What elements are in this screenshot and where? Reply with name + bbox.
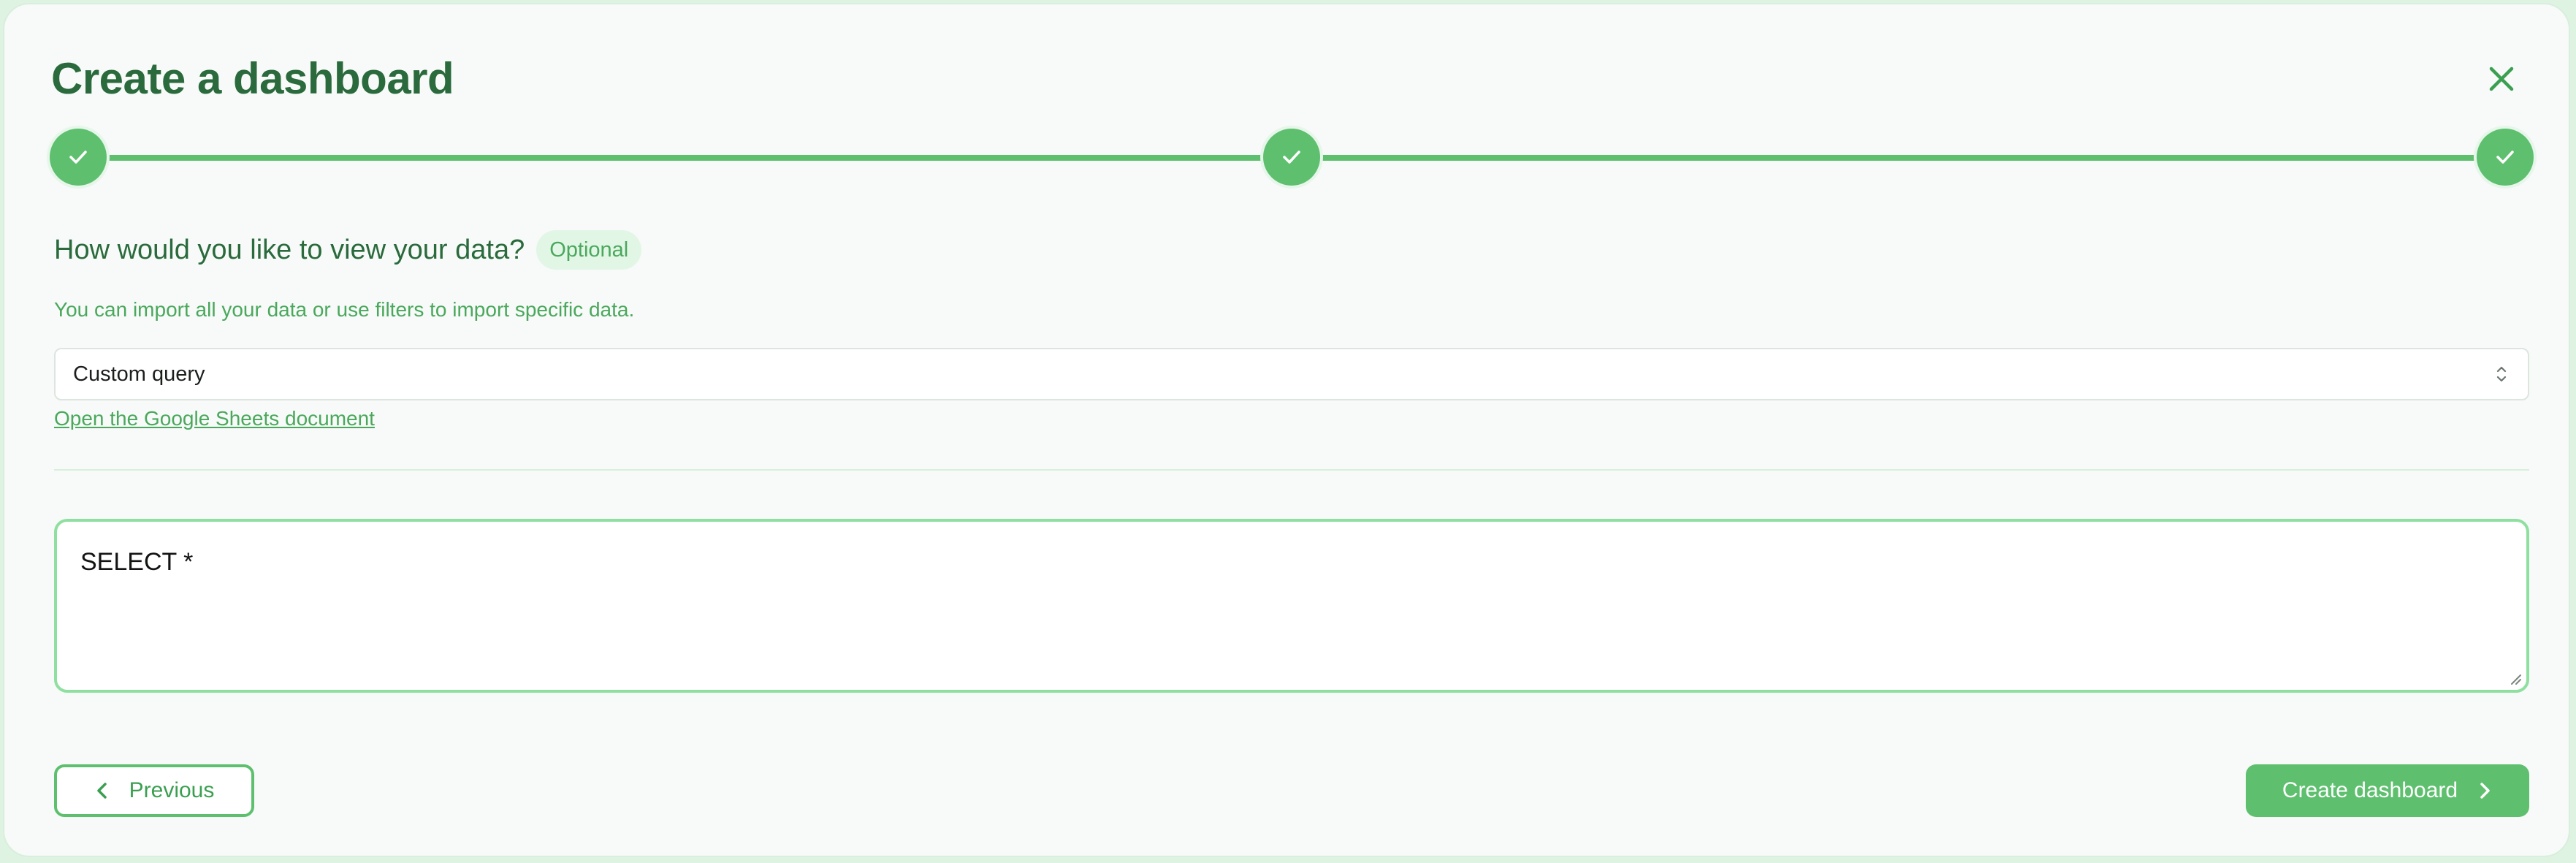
optional-badge: Optional [536,230,642,270]
modal-title: Create a dashboard [51,54,454,103]
resize-handle-icon[interactable] [2506,669,2522,685]
query-text: SELECT * [80,548,194,576]
query-editor[interactable]: SELECT * [54,519,2529,693]
view-data-question: How would you like to view your data? Op… [54,229,642,270]
create-dashboard-modal: Create a dashboard How would you like to… [3,3,2570,857]
open-google-sheets-link[interactable]: Open the Google Sheets document [54,403,375,434]
chevron-left-icon [96,783,107,799]
step-2-complete [1263,129,1320,186]
create-dashboard-button[interactable]: Create dashboard [2246,764,2529,817]
helper-text: You can import all your data or use filt… [54,298,635,321]
select-value: Custom query [73,362,205,386]
close-icon [2489,66,2514,91]
section-divider [54,469,2529,471]
previous-button[interactable]: Previous [54,764,254,817]
previous-label: Previous [129,778,215,802]
progress-stepper [50,129,2534,187]
question-label: How would you like to view your data? [54,235,525,265]
create-label: Create dashboard [2282,778,2458,802]
chevron-right-icon [2480,783,2490,799]
step-3-complete [2477,129,2534,186]
check-icon [69,151,87,164]
check-icon [1283,151,1300,164]
check-icon [2496,151,2514,164]
chevron-updown-icon [2496,366,2507,382]
close-button[interactable] [2484,61,2519,96]
step-1-complete [50,129,107,186]
view-mode-select[interactable]: Custom query [54,348,2529,400]
